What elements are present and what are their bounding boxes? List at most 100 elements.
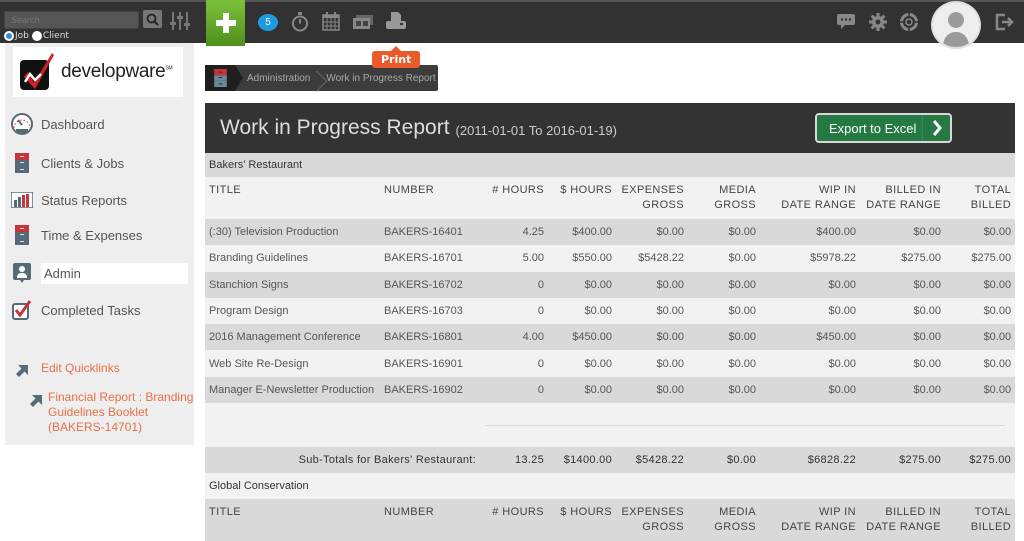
sidebar-item-completed-tasks[interactable]: Completed Tasks xyxy=(10,299,188,321)
search-input[interactable] xyxy=(4,11,139,29)
sidebar: developwareSM Dashboard Clients & Jobs S… xyxy=(5,43,194,445)
column-header: MEDIA GROSS xyxy=(688,499,760,541)
job-title[interactable]: Branding Guidelines xyxy=(205,245,380,272)
subtotal-hours-count: 13.25 xyxy=(480,447,548,474)
job-number[interactable]: BAKERS-16702 xyxy=(380,271,480,298)
media-gross: $0.00 xyxy=(688,350,760,377)
client-name: Global Conservation xyxy=(205,473,1016,500)
quicklink-financial-report[interactable]: Financial Report : Branding Guidelines B… xyxy=(48,390,193,435)
media-gross: $0.00 xyxy=(688,245,760,272)
notifications-badge[interactable]: 5 xyxy=(258,14,278,31)
plus-icon xyxy=(215,13,236,33)
total-billed[interactable]: $275.00 xyxy=(945,245,1016,272)
job-title[interactable]: 2016 Management Conference xyxy=(205,324,380,351)
total-billed[interactable]: $0.00 xyxy=(945,324,1016,351)
hours-count: 0 xyxy=(480,271,548,298)
billed-in-range[interactable]: $0.00 xyxy=(860,376,945,404)
timer-icon[interactable] xyxy=(291,12,309,32)
job-title[interactable]: Manager E-Newsletter Production xyxy=(205,376,380,404)
column-header: EXPENSES GROSS xyxy=(616,177,688,219)
column-header: NUMBER xyxy=(380,499,480,541)
expenses-gross: $0.00 xyxy=(616,219,688,246)
column-header-line: BILLED IN xyxy=(885,506,941,519)
logo[interactable]: developwareSM xyxy=(13,47,183,97)
total-billed[interactable]: $0.00 xyxy=(945,271,1016,298)
total-billed[interactable]: $0.00 xyxy=(945,376,1016,404)
job-number[interactable]: BAKERS-16703 xyxy=(380,297,480,325)
column-header: $ HOURS xyxy=(548,499,616,541)
sidebar-item-admin[interactable]: Admin xyxy=(10,262,188,284)
hours-count: 0 xyxy=(480,376,548,404)
dashboard-icon xyxy=(11,113,33,135)
column-header-line: TOTAL xyxy=(974,184,1012,196)
expenses-gross: $0.00 xyxy=(616,376,688,404)
job-number[interactable]: BAKERS-16701 xyxy=(380,245,480,272)
billed-in-range[interactable]: $0.00 xyxy=(860,350,945,377)
job-title[interactable]: Program Design xyxy=(205,297,380,325)
expenses-gross: $0.00 xyxy=(616,324,688,351)
sidebar-item-time-expenses[interactable]: Time & Expenses xyxy=(10,224,188,246)
export-to-excel-button[interactable]: Export to Excel xyxy=(815,113,952,143)
hours-count: 4.00 xyxy=(480,324,548,351)
billed-in-range[interactable]: $0.00 xyxy=(860,297,945,325)
hours-amount: $0.00 xyxy=(548,271,616,298)
arrow-up-right-icon xyxy=(16,365,28,377)
add-button[interactable] xyxy=(206,0,245,46)
column-header-row: TITLE NUMBER # HOURS $ HOURS EXPENSES GROSS ME… xyxy=(205,499,1016,541)
wip-report: Work in Progress Report (2011-01-01 To 2… xyxy=(205,103,1016,541)
sidebar-item-status-reports[interactable]: Status Reports xyxy=(10,189,188,211)
search-icon xyxy=(146,13,159,26)
job-number[interactable]: BAKERS-16401 xyxy=(380,219,480,246)
print-icon[interactable] xyxy=(386,12,406,30)
table-row: Web Site Re-Design BAKERS-16901 0 $0.00 $0.0… xyxy=(205,350,1016,377)
column-header-line: EXPENSES xyxy=(621,184,684,196)
subtotal-expenses-gross: $5428.22 xyxy=(616,447,688,474)
radio-job[interactable] xyxy=(4,31,14,41)
sidebar-item-label: Dashboard xyxy=(41,116,105,132)
column-header-line: BILLED xyxy=(970,199,1012,211)
job-number[interactable]: BAKERS-16901 xyxy=(380,350,480,377)
column-header: WIP IN DATE RANGE xyxy=(760,177,860,219)
total-billed[interactable]: $0.00 xyxy=(945,219,1016,246)
job-number[interactable]: BAKERS-16801 xyxy=(380,324,480,351)
job-title[interactable]: Stanchion Signs xyxy=(205,271,380,298)
breadcrumb-administration[interactable]: Administration xyxy=(247,73,310,84)
media-gross: $0.00 xyxy=(688,219,760,246)
job-title[interactable]: Web Site Re-Design xyxy=(205,350,380,377)
billed-in-range[interactable]: $0.00 xyxy=(860,324,945,351)
column-header-line: NUMBER xyxy=(384,506,435,519)
sidebar-item-clients-jobs[interactable]: Clients & Jobs xyxy=(10,152,188,174)
column-header: EXPENSES GROSS xyxy=(616,499,688,541)
calendar-icon[interactable] xyxy=(322,12,340,31)
expenses-icon[interactable] xyxy=(353,15,373,29)
column-header: TITLE xyxy=(205,499,380,541)
gear-icon[interactable] xyxy=(869,13,887,31)
radio-client[interactable] xyxy=(31,31,42,41)
chat-icon[interactable] xyxy=(837,13,855,31)
job-number[interactable]: BAKERS-16902 xyxy=(380,376,480,404)
sidebar-item-label: Completed Tasks xyxy=(41,302,141,318)
billed-in-range[interactable]: $0.00 xyxy=(860,271,945,298)
breadcrumb-home[interactable] xyxy=(205,65,243,91)
column-header-line: $ HOURS xyxy=(560,184,612,196)
user-avatar[interactable] xyxy=(931,1,981,49)
job-title[interactable]: (:30) Television Production xyxy=(205,219,380,246)
hours-amount: $400.00 xyxy=(548,219,616,246)
edit-quicklinks-link[interactable]: Edit Quicklinks xyxy=(41,361,120,376)
search-button[interactable] xyxy=(143,10,162,28)
sidebar-item-dashboard[interactable]: Dashboard xyxy=(10,113,188,135)
wip-in-range: $0.00 xyxy=(760,297,860,325)
billed-in-range[interactable]: $275.00 xyxy=(860,245,945,272)
table-row: Manager E-Newsletter Production BAKERS-16… xyxy=(205,376,1016,404)
hours-count: 0 xyxy=(480,297,548,325)
total-billed[interactable]: $0.00 xyxy=(945,350,1016,377)
sidebar-item-label: Admin xyxy=(41,262,188,284)
billed-in-range[interactable]: $0.00 xyxy=(860,219,945,246)
logout-icon[interactable] xyxy=(995,13,1015,31)
total-billed[interactable]: $0.00 xyxy=(945,297,1016,325)
help-lifebuoy-icon[interactable] xyxy=(900,13,918,31)
report-title: Work in Progress Report xyxy=(220,116,450,139)
user-icon xyxy=(943,12,969,47)
column-header-line: EXPENSES xyxy=(621,506,684,519)
filters-icon[interactable] xyxy=(170,11,190,31)
